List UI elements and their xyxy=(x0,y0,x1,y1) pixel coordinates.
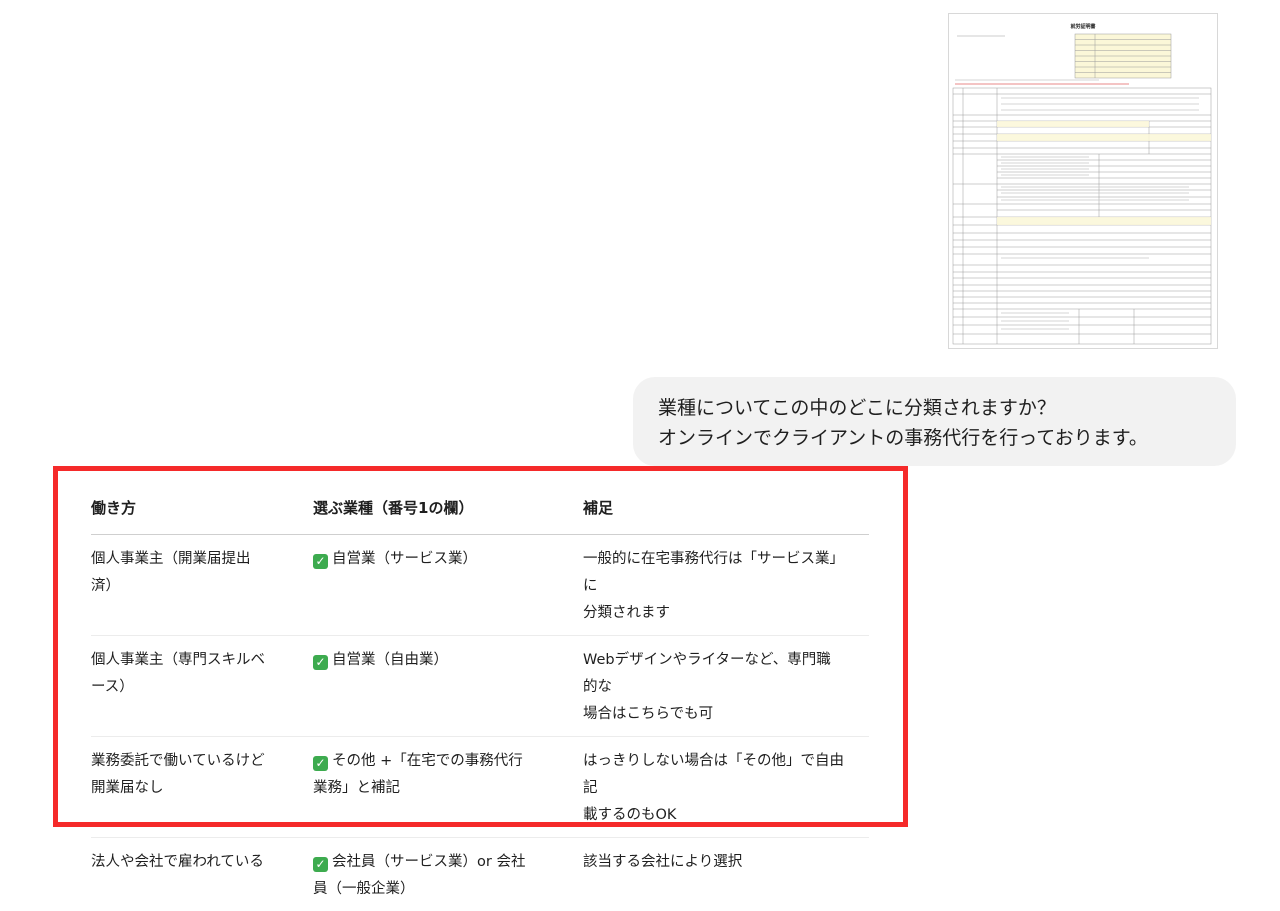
column-header-work-style: 働き方 xyxy=(91,487,313,535)
check-mark-button-icon: ✓ xyxy=(313,857,328,872)
cell-work-style: 個人事業主（専門スキルベ ース） xyxy=(91,636,313,737)
cell-note: はっきりしない場合は「その他」で自由記 載するのもOK xyxy=(583,737,869,838)
table-row: 業務委託で働いているけど 開業届なし ✓その他 +「在宅での事務代行 業務」と補… xyxy=(91,737,869,838)
cell-industry: ✓自営業（サービス業） xyxy=(313,535,583,636)
check-mark-button-icon: ✓ xyxy=(313,554,328,569)
cell-work-style: 個人事業主（開業届提出 済） xyxy=(91,535,313,636)
table-row: 個人事業主（開業届提出 済） ✓自営業（サービス業） 一般的に在宅事務代行は「サ… xyxy=(91,535,869,636)
cell-note: Webデザインやライターなど、専門職的な 場合はこちらでも可 xyxy=(583,636,869,737)
message-line: 業種についてこの中のどこに分類されますか？ xyxy=(658,393,1216,423)
column-header-note: 補足 xyxy=(583,487,869,535)
attached-form-thumbnail[interactable]: 就労証明書 xyxy=(949,14,1217,348)
table-row: 法人や会社で雇われている ✓会社員（サービス業）or 会社 員（一般企業） 該当… xyxy=(91,838,869,911)
cell-industry: ✓会社員（サービス業）or 会社 員（一般企業） xyxy=(313,838,583,911)
cell-industry: ✓その他 +「在宅での事務代行 業務」と補記 xyxy=(313,737,583,838)
cell-note: 該当する会社により選択 xyxy=(583,838,869,911)
table-header-row: 働き方 選ぶ業種（番号1の欄） 補足 xyxy=(91,487,869,535)
highlighted-table-frame: 働き方 選ぶ業種（番号1の欄） 補足 個人事業主（開業届提出 済） ✓自営業（サ… xyxy=(53,466,908,827)
industry-classification-table: 働き方 選ぶ業種（番号1の欄） 補足 個人事業主（開業届提出 済） ✓自営業（サ… xyxy=(91,487,869,911)
table-row: 個人事業主（専門スキルベ ース） ✓自営業（自由業） Webデザインやライターな… xyxy=(91,636,869,737)
form-drawing xyxy=(949,14,1217,348)
form-title: 就労証明書 xyxy=(949,23,1217,30)
column-header-industry: 選ぶ業種（番号1の欄） xyxy=(313,487,583,535)
user-message-bubble: 業種についてこの中のどこに分類されますか？ オンラインでクライアントの事務代行を… xyxy=(633,377,1236,466)
cell-note: 一般的に在宅事務代行は「サービス業」に 分類されます xyxy=(583,535,869,636)
cell-industry: ✓自営業（自由業） xyxy=(313,636,583,737)
message-line: オンラインでクライアントの事務代行を行っております。 xyxy=(658,423,1216,453)
check-mark-button-icon: ✓ xyxy=(313,655,328,670)
cell-work-style: 法人や会社で雇われている xyxy=(91,838,313,911)
check-mark-button-icon: ✓ xyxy=(313,756,328,771)
cell-work-style: 業務委託で働いているけど 開業届なし xyxy=(91,737,313,838)
